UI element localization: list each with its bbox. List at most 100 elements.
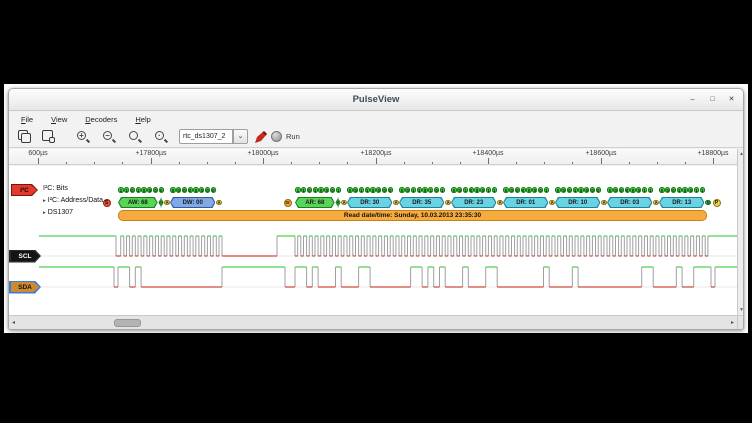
i2c-bit-annotation: 0 xyxy=(561,187,566,192)
time-ruler[interactable]: 600µs+17800µs+18000µs+18200µs+18400µs+18… xyxy=(9,149,737,165)
expand-arrow-icon[interactable]: ▸ xyxy=(43,198,46,204)
i2c-bit-annotation: 0 xyxy=(182,187,187,192)
ruler-label: +18200µs xyxy=(360,150,391,157)
scroll-left-icon[interactable]: ◂ xyxy=(12,319,15,326)
i2c-bit-annotation: 0 xyxy=(434,187,439,192)
i2c-bit-annotation: 1 xyxy=(124,187,129,192)
minor-tick xyxy=(657,162,658,166)
minor-tick xyxy=(94,162,95,166)
i2c-byte-annotation: DR: 35 xyxy=(399,197,444,208)
run-button[interactable]: Run xyxy=(271,128,300,145)
ack-annotation: A xyxy=(164,200,169,205)
ds1307-annotation-bar: Read date/time: Sunday, 10.03.2013 23:35… xyxy=(118,210,707,221)
i2c-bit-annotation: 0 xyxy=(176,187,181,192)
scroll-up-icon[interactable]: ▲ xyxy=(738,151,744,157)
scroll-right-icon[interactable]: ▸ xyxy=(731,319,734,326)
scroll-down-icon[interactable]: ▼ xyxy=(738,307,744,313)
new-view-icon[interactable] xyxy=(41,129,57,145)
i2c-bit-annotation: 0 xyxy=(503,187,508,192)
i2c-bit-annotation: 0 xyxy=(555,187,560,192)
ack-annotation: A xyxy=(216,200,221,205)
toolbar: + − · rtc_ds1307_2 ⌄ Run xyxy=(9,126,743,148)
trace-view[interactable]: SSrP11010000 AW: 68 WA00000000 DW: 00A11… xyxy=(9,166,737,315)
horizontal-scrollbar[interactable]: ◂ ▸ xyxy=(9,315,737,329)
i2c-bit-annotation: 0 xyxy=(682,187,687,192)
minor-tick xyxy=(66,162,67,166)
zoom-100-icon[interactable] xyxy=(127,129,143,145)
chevron-down-icon[interactable]: ⌄ xyxy=(233,129,248,144)
i2c-byte-annotation: DR: 01 xyxy=(503,197,548,208)
menu-item-view[interactable]: View xyxy=(51,115,67,124)
i2c-byte-annotation: AW: 68 xyxy=(118,197,158,208)
i2c-bit-annotation: 0 xyxy=(607,187,612,192)
i2c-bit-annotation: 1 xyxy=(428,187,433,192)
repeated-start-marker: Sr xyxy=(284,199,292,207)
minor-tick xyxy=(432,162,433,166)
new-session-icon[interactable] xyxy=(17,129,33,145)
run-button-label: Run xyxy=(286,132,300,141)
i2c-bit-annotation: 1 xyxy=(301,187,306,192)
minor-tick xyxy=(685,162,686,166)
major-tick xyxy=(713,158,714,165)
i2c-byte-annotation: DR: 13 xyxy=(659,197,704,208)
i2c-bit-annotation: 0 xyxy=(469,187,474,192)
signal-tag-sda[interactable]: SDA xyxy=(9,281,41,294)
ruler-label: +18800µs xyxy=(697,150,728,157)
minor-tick xyxy=(572,162,573,166)
signal-tag-scl[interactable]: SCL xyxy=(9,250,41,263)
i2c-bit-annotation: 1 xyxy=(411,187,416,192)
h-scrollbar-thumb[interactable] xyxy=(114,319,141,327)
decoder-row-label[interactable]: ▸DS1307 xyxy=(43,209,73,216)
minimize-button[interactable]: – xyxy=(686,94,699,106)
minor-tick xyxy=(629,162,630,166)
i2c-bit-annotation: 0 xyxy=(515,187,520,192)
major-tick xyxy=(488,158,489,165)
i2c-bit-annotation: 1 xyxy=(463,187,468,192)
i2c-bit-annotation: 0 xyxy=(474,187,479,192)
i2c-bit-annotation: 0 xyxy=(330,187,335,192)
menu-item-help[interactable]: Help xyxy=(135,115,150,124)
scrollbar-corner xyxy=(737,315,744,329)
major-tick xyxy=(38,158,39,165)
i2c-bit-annotation: 0 xyxy=(130,187,135,192)
i2c-bit-annotation: 0 xyxy=(578,187,583,192)
i2c-bit-annotation: 0 xyxy=(347,187,352,192)
zoom-out-icon[interactable]: − xyxy=(101,129,117,145)
zoom-fit-icon[interactable]: · xyxy=(153,129,169,145)
i2c-bit-annotation: 0 xyxy=(170,187,175,192)
i2c-byte-annotation: AR: 68 xyxy=(295,197,335,208)
ack-annotation: A xyxy=(601,200,606,205)
zoom-in-icon[interactable]: + xyxy=(75,129,91,145)
maximize-button[interactable]: □ xyxy=(706,94,719,106)
i2c-bit-annotation: 1 xyxy=(359,187,364,192)
minor-tick xyxy=(347,162,348,166)
minor-tick xyxy=(516,162,517,166)
i2c-bit-annotation: 0 xyxy=(153,187,158,192)
minor-tick xyxy=(235,162,236,166)
i2c-bit-annotation: 0 xyxy=(382,187,387,192)
decoder-row-label[interactable]: ▸I²C: Address/Data xyxy=(43,197,103,204)
i2c-bit-annotation: 1 xyxy=(648,187,653,192)
decoder-row-label[interactable]: I²C: Bits xyxy=(43,185,68,192)
i2c-bit-annotation: 0 xyxy=(659,187,664,192)
major-tick xyxy=(601,158,602,165)
minor-tick xyxy=(207,162,208,166)
ruler-label: +18600µs xyxy=(585,150,616,157)
start-marker: S xyxy=(103,199,111,207)
decoder-annotations: SSrP11010000 AW: 68 WA00000000 DW: 00A11… xyxy=(9,166,737,315)
i2c-bit-annotation: 0 xyxy=(590,187,595,192)
i2c-bit-annotation: 0 xyxy=(619,187,624,192)
menu-item-decoders[interactable]: Decoders xyxy=(85,115,117,124)
i2c-byte-annotation: DR: 30 xyxy=(347,197,392,208)
close-button[interactable]: ✕ xyxy=(725,94,738,106)
i2c-bit-annotation: 1 xyxy=(544,187,549,192)
session-file-combobox[interactable]: rtc_ds1307_2 xyxy=(179,129,233,144)
i2c-bit-annotation: 0 xyxy=(370,187,375,192)
probe-icon[interactable] xyxy=(253,129,269,145)
i2c-bit-annotation: 0 xyxy=(596,187,601,192)
menu-item-file[interactable]: File xyxy=(21,115,33,124)
title-bar[interactable]: PulseView – □ ✕ xyxy=(9,89,743,111)
ack-annotation: A xyxy=(341,200,346,205)
vertical-scrollbar[interactable]: ▲ ▼ xyxy=(737,149,744,315)
expand-arrow-icon[interactable]: ▸ xyxy=(43,210,46,216)
